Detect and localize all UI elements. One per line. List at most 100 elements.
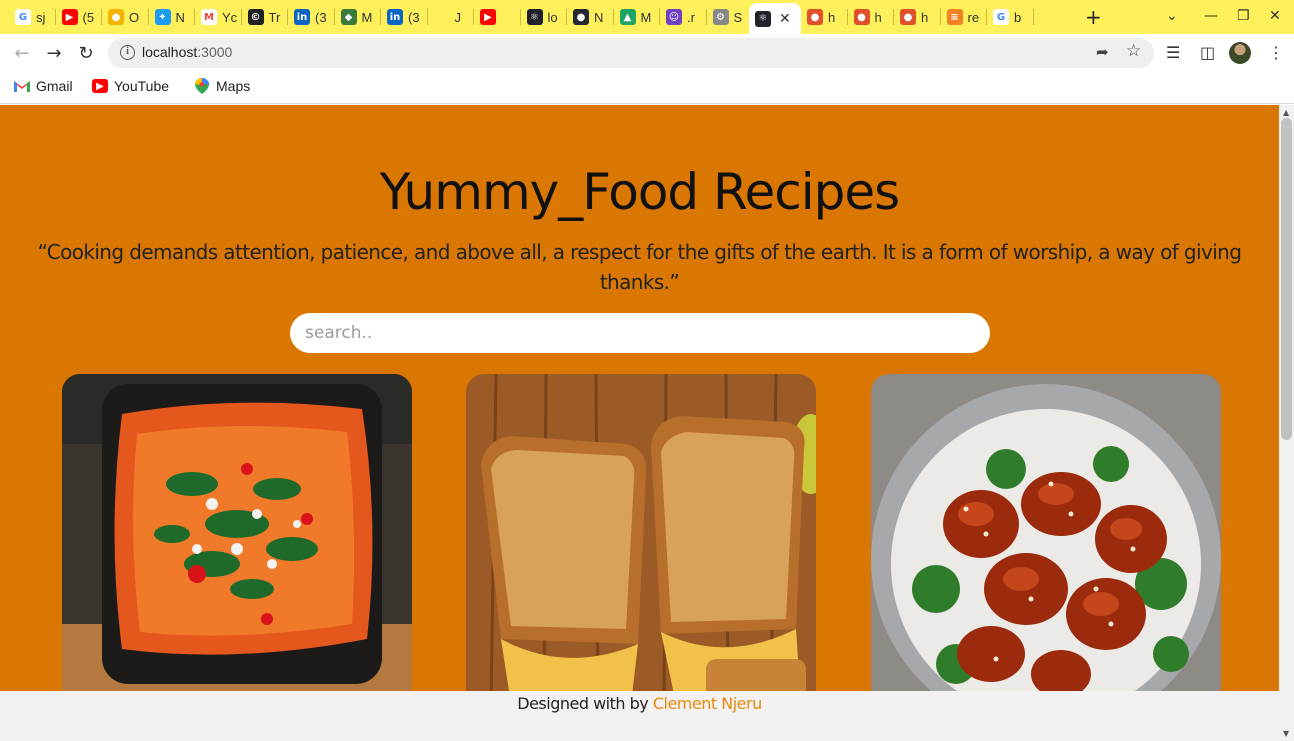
bookmark-gmail[interactable]: Gmail bbox=[14, 78, 73, 94]
profile-avatar[interactable] bbox=[1229, 42, 1251, 64]
linkedin-icon: in bbox=[387, 9, 403, 25]
glazed-chicken-rice-bowl-photo bbox=[871, 374, 1221, 704]
bookmark-star-icon[interactable]: ☆ bbox=[1126, 41, 1141, 61]
grilled-mac-and-cheese-sandwich-photo bbox=[466, 374, 816, 704]
tab-label: lo bbox=[547, 9, 558, 25]
drive-icon: ▲ bbox=[619, 9, 636, 25]
youtube-icon: ▶ bbox=[480, 9, 496, 25]
close-window-icon[interactable]: ✕ bbox=[1269, 8, 1281, 24]
recipe-card[interactable] bbox=[871, 374, 1221, 704]
tab[interactable]: ▶ bbox=[474, 5, 521, 29]
tab[interactable]: © Tr bbox=[242, 5, 288, 29]
tab-label: O bbox=[129, 9, 140, 25]
new-tab-button[interactable]: + bbox=[1085, 6, 1102, 28]
bookmark-label: Maps bbox=[216, 78, 251, 94]
tab[interactable]: Gb bbox=[987, 5, 1034, 29]
cheese-icon: ● bbox=[108, 9, 124, 25]
bookmark-youtube[interactable]: ▶ YouTube bbox=[92, 78, 169, 94]
copyright-icon: © bbox=[247, 9, 264, 25]
tab-label: N bbox=[594, 9, 604, 25]
tab[interactable]: ⚙ S bbox=[707, 5, 753, 29]
tab-label: J bbox=[454, 9, 462, 25]
linkedin-icon: in bbox=[294, 9, 310, 25]
tab-active[interactable]: ⚛ ✕ bbox=[749, 3, 801, 34]
tab[interactable]: Gsj bbox=[9, 5, 56, 29]
settings-icon: ⚙ bbox=[712, 9, 729, 25]
tab[interactable]: ▶ (5 bbox=[56, 5, 102, 29]
tab-search-icon[interactable]: ⌄ bbox=[1166, 8, 1178, 24]
side-panel-icon[interactable]: ◫ bbox=[1200, 43, 1215, 62]
menu-kebab-icon[interactable]: ⋮ bbox=[1268, 43, 1284, 62]
tab[interactable]: ▲ M bbox=[614, 5, 660, 29]
close-tab-icon[interactable]: ✕ bbox=[779, 11, 791, 27]
tab[interactable]: ● h bbox=[801, 5, 848, 29]
frog-icon: ◆ bbox=[340, 9, 357, 25]
tab[interactable]: ✦ N bbox=[149, 5, 195, 29]
tab-label: (3 bbox=[315, 9, 327, 25]
back-button[interactable]: ← bbox=[10, 41, 34, 65]
reload-button[interactable]: ↻ bbox=[74, 41, 98, 65]
search-input[interactable] bbox=[290, 313, 990, 353]
tab-strip: Gsj ▶ (5 ● O ✦ N M Yc © Tr in (3 ◆ Min (3 J ▶ ⚛ lo ● N ▲ M ☺ .r ⚙ S… bbox=[0, 0, 1294, 34]
tab[interactable]: ● N bbox=[567, 5, 614, 29]
vertical-scrollbar[interactable]: ▲ ▼ bbox=[1279, 105, 1294, 741]
url-text: localhost:3000 bbox=[142, 44, 232, 60]
share-icon[interactable]: ➦ bbox=[1096, 43, 1109, 61]
github-icon: ● bbox=[573, 9, 589, 25]
tab-label: Yc bbox=[222, 9, 238, 25]
bookmark-label: Gmail bbox=[36, 78, 73, 94]
tab[interactable]: ● O bbox=[102, 5, 149, 29]
tab-label: .r bbox=[687, 9, 695, 25]
forward-button[interactable]: → bbox=[42, 41, 66, 65]
google-icon: G bbox=[15, 9, 31, 25]
scroll-up-arrow-icon[interactable]: ▲ bbox=[1283, 108, 1289, 117]
google-icon: G bbox=[993, 9, 1009, 25]
shakshuka-skillet-photo bbox=[62, 374, 412, 704]
recipe-card[interactable] bbox=[62, 374, 412, 704]
footer-prefix: Designed with by bbox=[517, 694, 649, 713]
url-port: :3000 bbox=[197, 44, 233, 60]
tab-label: sj bbox=[36, 9, 46, 25]
footer-author-link[interactable]: Clement Njeru bbox=[653, 694, 762, 713]
tab[interactable]: in (3 bbox=[381, 5, 428, 29]
tab[interactable]: ≡ re bbox=[941, 5, 987, 29]
robot-icon: ☺ bbox=[666, 9, 682, 25]
scroll-down-arrow-icon[interactable]: ▼ bbox=[1283, 729, 1289, 738]
scrollbar-thumb[interactable] bbox=[1281, 118, 1292, 440]
tab[interactable]: in (3 bbox=[288, 5, 335, 29]
maps-icon bbox=[194, 78, 210, 94]
gmail-icon bbox=[14, 79, 30, 93]
stack-icon: ≡ bbox=[946, 9, 963, 25]
tab[interactable]: ◆ M bbox=[335, 5, 381, 29]
tab[interactable]: ● h bbox=[894, 5, 941, 29]
minimize-icon[interactable]: — bbox=[1204, 8, 1218, 24]
tab-label: (3 bbox=[408, 9, 420, 25]
bookmark-label: YouTube bbox=[114, 78, 170, 94]
twitter-icon: ✦ bbox=[154, 9, 171, 25]
url-host: localhost bbox=[142, 44, 198, 60]
react-icon: ⚛ bbox=[526, 9, 543, 25]
media-controls-icon[interactable]: ☰ bbox=[1166, 43, 1180, 62]
tab-label: (5 bbox=[82, 9, 95, 25]
page-quote: “Cooking demands attention, patience, an… bbox=[37, 240, 1242, 294]
tab[interactable]: ● h bbox=[848, 5, 894, 29]
address-bar[interactable]: i localhost:3000 ➦ ☆ bbox=[108, 38, 1154, 68]
react-icon: ⚛ bbox=[755, 10, 771, 27]
bookmark-maps[interactable]: Maps bbox=[194, 78, 250, 94]
tab-label: h bbox=[874, 9, 882, 25]
browser-toolbar: ← → ↻ i localhost:3000 ➦ ☆ ☰ ◫ ⋮ bbox=[0, 34, 1294, 72]
restore-icon[interactable]: ❐ bbox=[1237, 8, 1250, 24]
tab[interactable]: ☺ .r bbox=[660, 5, 707, 29]
food-icon: ● bbox=[853, 9, 870, 25]
recipe-card[interactable] bbox=[466, 374, 816, 704]
site-info-icon[interactable]: i bbox=[120, 45, 135, 60]
tab[interactable]: M Yc bbox=[195, 5, 242, 29]
tab-label: N bbox=[175, 9, 185, 25]
tab[interactable]: J bbox=[428, 5, 474, 29]
tab[interactable]: ⚛ lo bbox=[521, 5, 567, 29]
tab-separator bbox=[1032, 9, 1034, 25]
tab-label: re bbox=[967, 9, 980, 25]
page-viewport: Yummy_Food Recipes “Cooking demands atte… bbox=[0, 105, 1279, 741]
food-icon: ● bbox=[807, 9, 823, 25]
food-icon: ● bbox=[900, 9, 916, 25]
